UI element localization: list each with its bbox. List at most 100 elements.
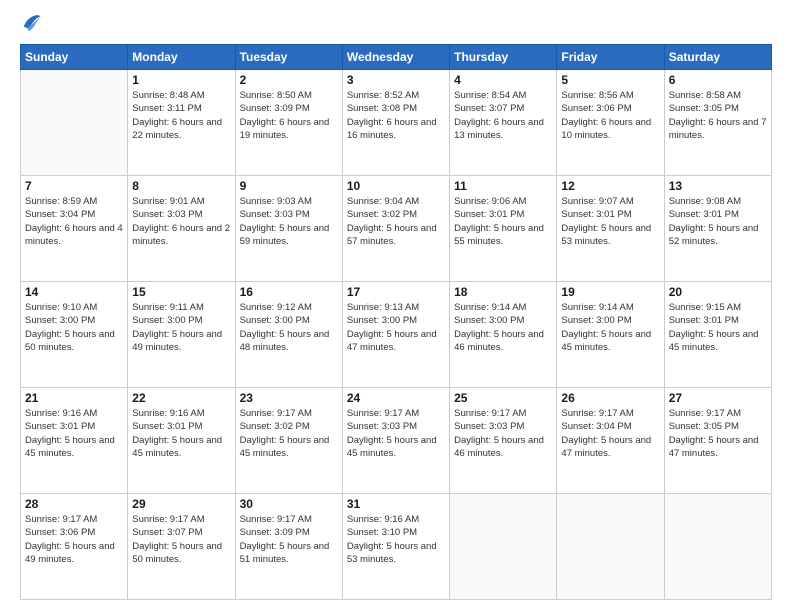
day-info: Sunrise: 9:12 AMSunset: 3:00 PMDaylight:… bbox=[240, 301, 338, 354]
day-number: 4 bbox=[454, 73, 552, 87]
day-number: 16 bbox=[240, 285, 338, 299]
day-number: 20 bbox=[669, 285, 767, 299]
day-info: Sunrise: 8:50 AMSunset: 3:09 PMDaylight:… bbox=[240, 89, 338, 142]
day-info: Sunrise: 9:17 AMSunset: 3:03 PMDaylight:… bbox=[347, 407, 445, 460]
calendar-day-header: Friday bbox=[557, 45, 664, 70]
calendar-day-header: Sunday bbox=[21, 45, 128, 70]
page: SundayMondayTuesdayWednesdayThursdayFrid… bbox=[0, 0, 792, 612]
day-info: Sunrise: 8:54 AMSunset: 3:07 PMDaylight:… bbox=[454, 89, 552, 142]
calendar-day-cell: 10 Sunrise: 9:04 AMSunset: 3:02 PMDayligh… bbox=[342, 176, 449, 282]
day-number: 3 bbox=[347, 73, 445, 87]
calendar-week-row: 7 Sunrise: 8:59 AMSunset: 3:04 PMDaylight… bbox=[21, 176, 772, 282]
day-number: 8 bbox=[132, 179, 230, 193]
calendar-day-cell: 2Sunrise: 8:50 AMSunset: 3:09 PMDaylight… bbox=[235, 70, 342, 176]
calendar-day-header: Monday bbox=[128, 45, 235, 70]
day-info: Sunrise: 9:16 AMSunset: 3:10 PMDaylight:… bbox=[347, 513, 445, 566]
calendar-day-header: Saturday bbox=[664, 45, 771, 70]
calendar-day-cell: 9 Sunrise: 9:03 AMSunset: 3:03 PMDaylight… bbox=[235, 176, 342, 282]
day-number: 14 bbox=[25, 285, 123, 299]
day-number: 23 bbox=[240, 391, 338, 405]
calendar-day-cell: 19 Sunrise: 9:14 AMSunset: 3:00 PMDayligh… bbox=[557, 282, 664, 388]
calendar-day-cell: 17 Sunrise: 9:13 AMSunset: 3:00 PMDayligh… bbox=[342, 282, 449, 388]
calendar-day-cell: 23 Sunrise: 9:17 AMSunset: 3:02 PMDayligh… bbox=[235, 388, 342, 494]
day-info: Sunrise: 9:17 AMSunset: 3:09 PMDaylight:… bbox=[240, 513, 338, 566]
logo bbox=[20, 16, 42, 34]
calendar-day-cell: 13Sunrise: 9:08 AMSunset: 3:01 PMDayligh… bbox=[664, 176, 771, 282]
day-info: Sunrise: 9:01 AMSunset: 3:03 PMDaylight:… bbox=[132, 195, 230, 248]
day-number: 21 bbox=[25, 391, 123, 405]
day-info: Sunrise: 9:13 AMSunset: 3:00 PMDaylight:… bbox=[347, 301, 445, 354]
calendar-day-cell bbox=[557, 494, 664, 600]
day-info: Sunrise: 9:16 AMSunset: 3:01 PMDaylight:… bbox=[132, 407, 230, 460]
calendar-day-cell: 4 Sunrise: 8:54 AMSunset: 3:07 PMDaylight… bbox=[450, 70, 557, 176]
calendar-day-header: Wednesday bbox=[342, 45, 449, 70]
calendar-day-cell: 21Sunrise: 9:16 AMSunset: 3:01 PMDayligh… bbox=[21, 388, 128, 494]
day-number: 24 bbox=[347, 391, 445, 405]
calendar-day-cell bbox=[664, 494, 771, 600]
day-info: Sunrise: 9:04 AMSunset: 3:02 PMDaylight:… bbox=[347, 195, 445, 248]
day-info: Sunrise: 9:17 AMSunset: 3:04 PMDaylight:… bbox=[561, 407, 659, 460]
day-info: Sunrise: 9:10 AMSunset: 3:00 PMDaylight:… bbox=[25, 301, 123, 354]
day-number: 18 bbox=[454, 285, 552, 299]
day-info: Sunrise: 9:17 AMSunset: 3:07 PMDaylight:… bbox=[132, 513, 230, 566]
day-info: Sunrise: 9:17 AMSunset: 3:05 PMDaylight:… bbox=[669, 407, 767, 460]
day-number: 22 bbox=[132, 391, 230, 405]
calendar-day-cell: 6 Sunrise: 8:58 AMSunset: 3:05 PMDaylight… bbox=[664, 70, 771, 176]
calendar-week-row: 21 Sunrise: 9:16 AMSunset: 3:01 PMDayligh… bbox=[21, 388, 772, 494]
day-number: 26 bbox=[561, 391, 659, 405]
calendar-day-header: Thursday bbox=[450, 45, 557, 70]
calendar-day-cell: 28 Sunrise: 9:17 AMSunset: 3:06 PMDayligh… bbox=[21, 494, 128, 600]
calendar-day-cell: 25 Sunrise: 9:17 AMSunset: 3:03 PMDayligh… bbox=[450, 388, 557, 494]
day-info: Sunrise: 9:17 AMSunset: 3:02 PMDaylight:… bbox=[240, 407, 338, 460]
calendar-week-row: 28 Sunrise: 9:17 AMSunset: 3:06 PMDayligh… bbox=[21, 494, 772, 600]
day-info: Sunrise: 8:58 AMSunset: 3:05 PMDaylight:… bbox=[669, 89, 767, 142]
day-number: 27 bbox=[669, 391, 767, 405]
day-number: 19 bbox=[561, 285, 659, 299]
day-number: 30 bbox=[240, 497, 338, 511]
day-number: 5 bbox=[561, 73, 659, 87]
calendar-day-cell bbox=[450, 494, 557, 600]
day-number: 25 bbox=[454, 391, 552, 405]
calendar-day-cell: 11Sunrise: 9:06 AMSunset: 3:01 PMDayligh… bbox=[450, 176, 557, 282]
day-info: Sunrise: 9:14 AMSunset: 3:00 PMDaylight:… bbox=[561, 301, 659, 354]
calendar-day-cell: 1Sunrise: 8:48 AMSunset: 3:11 PMDaylight… bbox=[128, 70, 235, 176]
day-number: 6 bbox=[669, 73, 767, 87]
calendar-week-row: 14 Sunrise: 9:10 AMSunset: 3:00 PMDayligh… bbox=[21, 282, 772, 388]
day-number: 7 bbox=[25, 179, 123, 193]
calendar-header-row: SundayMondayTuesdayWednesdayThursdayFrid… bbox=[21, 45, 772, 70]
day-info: Sunrise: 9:17 AMSunset: 3:03 PMDaylight:… bbox=[454, 407, 552, 460]
calendar-day-cell bbox=[21, 70, 128, 176]
calendar-day-cell: 27 Sunrise: 9:17 AMSunset: 3:05 PMDayligh… bbox=[664, 388, 771, 494]
calendar-day-cell: 14 Sunrise: 9:10 AMSunset: 3:00 PMDayligh… bbox=[21, 282, 128, 388]
calendar-day-cell: 7 Sunrise: 8:59 AMSunset: 3:04 PMDaylight… bbox=[21, 176, 128, 282]
calendar-day-cell: 5 Sunrise: 8:56 AMSunset: 3:06 PMDaylight… bbox=[557, 70, 664, 176]
day-number: 17 bbox=[347, 285, 445, 299]
day-number: 9 bbox=[240, 179, 338, 193]
calendar-day-cell: 18 Sunrise: 9:14 AMSunset: 3:00 PMDayligh… bbox=[450, 282, 557, 388]
day-info: Sunrise: 8:52 AMSunset: 3:08 PMDaylight:… bbox=[347, 89, 445, 142]
day-number: 15 bbox=[132, 285, 230, 299]
calendar-day-cell: 31 Sunrise: 9:16 AMSunset: 3:10 PMDayligh… bbox=[342, 494, 449, 600]
day-info: Sunrise: 9:14 AMSunset: 3:00 PMDaylight:… bbox=[454, 301, 552, 354]
day-info: Sunrise: 8:56 AMSunset: 3:06 PMDaylight:… bbox=[561, 89, 659, 142]
calendar-day-cell: 3 Sunrise: 8:52 AMSunset: 3:08 PMDaylight… bbox=[342, 70, 449, 176]
day-number: 31 bbox=[347, 497, 445, 511]
day-number: 10 bbox=[347, 179, 445, 193]
day-number: 12 bbox=[561, 179, 659, 193]
calendar-week-row: 1Sunrise: 8:48 AMSunset: 3:11 PMDaylight… bbox=[21, 70, 772, 176]
day-number: 28 bbox=[25, 497, 123, 511]
calendar-day-cell: 29Sunrise: 9:17 AMSunset: 3:07 PMDayligh… bbox=[128, 494, 235, 600]
day-info: Sunrise: 8:48 AMSunset: 3:11 PMDaylight:… bbox=[132, 89, 230, 142]
day-info: Sunrise: 8:59 AMSunset: 3:04 PMDaylight:… bbox=[25, 195, 123, 248]
calendar-day-header: Tuesday bbox=[235, 45, 342, 70]
day-info: Sunrise: 9:11 AMSunset: 3:00 PMDaylight:… bbox=[132, 301, 230, 354]
calendar-day-cell: 20 Sunrise: 9:15 AMSunset: 3:01 PMDayligh… bbox=[664, 282, 771, 388]
day-number: 11 bbox=[454, 179, 552, 193]
calendar-day-cell: 8 Sunrise: 9:01 AMSunset: 3:03 PMDaylight… bbox=[128, 176, 235, 282]
day-info: Sunrise: 9:15 AMSunset: 3:01 PMDaylight:… bbox=[669, 301, 767, 354]
day-info: Sunrise: 9:17 AMSunset: 3:06 PMDaylight:… bbox=[25, 513, 123, 566]
calendar-day-cell: 12Sunrise: 9:07 AMSunset: 3:01 PMDayligh… bbox=[557, 176, 664, 282]
calendar-day-cell: 24 Sunrise: 9:17 AMSunset: 3:03 PMDayligh… bbox=[342, 388, 449, 494]
day-info: Sunrise: 9:08 AMSunset: 3:01 PMDaylight:… bbox=[669, 195, 767, 248]
day-info: Sunrise: 9:03 AMSunset: 3:03 PMDaylight:… bbox=[240, 195, 338, 248]
